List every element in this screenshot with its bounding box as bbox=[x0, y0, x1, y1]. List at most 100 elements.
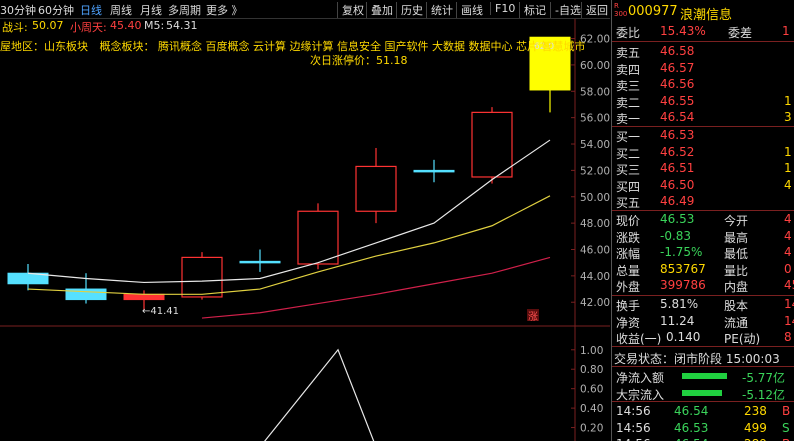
toolbar-button[interactable]: 返回 bbox=[581, 2, 612, 18]
tick-side: B bbox=[782, 437, 790, 441]
candle-body bbox=[239, 260, 281, 264]
ask-price: 46.57 bbox=[660, 60, 695, 75]
quote-value2: 4 bbox=[784, 245, 792, 260]
ask-volume: 1 bbox=[784, 93, 792, 108]
ask-row: 卖二 46.55 1 bbox=[612, 93, 794, 110]
candle-body bbox=[123, 293, 165, 301]
flow-row: 净流入额 -5.77亿 bbox=[612, 368, 794, 385]
toolbar-button[interactable]: F10 bbox=[490, 2, 519, 15]
quote-value2: 0 bbox=[784, 261, 792, 276]
indicator-line1: 50.07 bbox=[32, 19, 64, 32]
quote-row: 涨幅 -1.75% 最低 4 bbox=[612, 244, 794, 262]
quote-value2: 4 bbox=[784, 228, 792, 243]
ask-row: 卖四 46.57 bbox=[612, 60, 794, 77]
quote-row: 总量 853767 量比 0 bbox=[612, 261, 794, 278]
kline-chart[interactable]: ←41.4162.0 涨 1.000.800.600.400.20 62.006… bbox=[0, 0, 610, 441]
fund-label2: 流通 bbox=[724, 315, 749, 330]
toolbar-button[interactable]: 画线 bbox=[456, 2, 487, 18]
m5-label: M5: bbox=[144, 19, 165, 32]
weibi-value: 15.43% bbox=[660, 24, 706, 38]
quote-value2: 453 bbox=[784, 278, 794, 293]
ask-row: 卖五 46.58 bbox=[612, 43, 794, 60]
region-label: 屋地区：山东板块 bbox=[0, 40, 88, 53]
quote-label2: 最低 bbox=[724, 247, 749, 262]
weibi-label: 委比 bbox=[616, 26, 641, 40]
quote-panel: R 300 000977 浪潮信息 委比 15.43% 委差 1 卖五 46.58 卖… bbox=[611, 0, 794, 441]
toolbar-button[interactable]: 统计 bbox=[426, 2, 457, 18]
candle-body bbox=[297, 210, 339, 265]
ask-row: 卖一 46.54 3 bbox=[612, 109, 794, 127]
period-tab[interactable]: 周线 bbox=[110, 2, 132, 18]
bid-volume: 4 bbox=[784, 177, 792, 192]
y-tick-label: 58.00 bbox=[580, 86, 610, 98]
bid-volume: 1 bbox=[784, 161, 792, 176]
bid-row: 买二 46.52 1 bbox=[612, 144, 794, 161]
bid-price: 46.50 bbox=[660, 177, 695, 192]
fund-row: 净资 11.24 流通 14 bbox=[612, 313, 794, 330]
quote-label: 涨跌 bbox=[616, 230, 641, 245]
y-tick-label: 42.00 bbox=[580, 297, 610, 309]
tick-side: S bbox=[782, 420, 790, 435]
quote-value: 399786 bbox=[660, 278, 706, 293]
sector-info: 屋地区：山东板块 概念板块： 腾讯概念 百度概念 云计算 边缘计算 信息安全 国… bbox=[0, 38, 585, 54]
ask-price: 46.56 bbox=[660, 77, 695, 92]
period-tab[interactable]: 多周期 bbox=[168, 2, 201, 18]
toolbar-button[interactable]: 历史 bbox=[396, 2, 427, 18]
period-tab[interactable]: 日线 bbox=[80, 2, 102, 18]
tick-price: 46.54 bbox=[674, 437, 708, 441]
ma-red-line bbox=[201, 256, 551, 319]
period-tab[interactable]: 60分钟 bbox=[38, 2, 74, 18]
toolbar-button[interactable]: 叠加 bbox=[366, 2, 397, 18]
tick-time: 14:56 bbox=[616, 420, 651, 435]
bid-row: 买三 46.51 1 bbox=[612, 160, 794, 178]
sub-chart: 1.00 0.80 0.60 0.40 0.20 bbox=[264, 345, 603, 441]
bid-label: 买一 bbox=[616, 130, 641, 144]
y-tick-label: 52.00 bbox=[580, 165, 610, 177]
period-tab[interactable]: 月线 bbox=[140, 2, 162, 18]
sub-y-tick-label: 1.00 bbox=[580, 345, 603, 357]
quote-label2: 最高 bbox=[724, 230, 749, 245]
concept-label: 概念板块： bbox=[99, 40, 155, 53]
flow-value: -5.77亿 bbox=[742, 371, 786, 385]
fund-label: 换手 bbox=[616, 299, 641, 313]
quote-value: -0.83 bbox=[660, 228, 692, 243]
bid-price: 46.49 bbox=[660, 194, 695, 209]
toolbar-button[interactable]: -自选 bbox=[550, 2, 585, 18]
ask-label: 卖二 bbox=[616, 95, 641, 110]
period-tab[interactable]: 30分钟 bbox=[0, 2, 36, 18]
fund-value: 5.81% bbox=[660, 297, 699, 311]
ask-label: 卖一 bbox=[616, 112, 641, 127]
period-toolbar: 30分钟 60分钟 日线 周线 月线 多周期 更多 》 复权 叠加 历史 统计 画线 F10 标记 -自选返… bbox=[0, 0, 610, 19]
indicator-line2-label: 小周天: bbox=[70, 21, 107, 34]
y-axis: 62.0060.0058.0056.0054.0052.0050.0048.00… bbox=[580, 34, 610, 310]
y-tick-label: 60.00 bbox=[580, 60, 610, 72]
candle-body bbox=[471, 111, 513, 178]
sub-y-tick-label: 0.20 bbox=[580, 423, 603, 435]
candle-body bbox=[355, 165, 397, 212]
fund-value2: 8 bbox=[784, 330, 792, 345]
quote-label: 总量 bbox=[616, 263, 641, 278]
toolbar-button[interactable]: 复权 bbox=[337, 2, 368, 18]
fund-value2: 14 bbox=[784, 297, 794, 311]
divider bbox=[612, 401, 794, 402]
low-marker: ←41.41 bbox=[142, 306, 179, 317]
bid-label: 买三 bbox=[616, 163, 641, 178]
divider bbox=[612, 366, 794, 367]
r-label: R bbox=[614, 2, 619, 10]
ask-label: 卖三 bbox=[616, 79, 641, 94]
fund-value: 11.24 bbox=[660, 313, 695, 328]
stock-terminal: ←41.41 62.0 涨 1.00 0.80 0.60 0.40 0.20 62.00 6… bbox=[0, 0, 794, 441]
bid-price: 46.53 bbox=[660, 128, 695, 142]
period-tab[interactable]: 更多 》 bbox=[206, 2, 243, 18]
toolbar-button[interactable]: 标记 bbox=[519, 2, 550, 18]
candle-body bbox=[181, 256, 223, 298]
m5-value: 54.31 bbox=[166, 19, 198, 32]
tick-volume: 238 bbox=[744, 404, 767, 418]
r-badge: R 300 bbox=[614, 2, 627, 18]
quote-value2: 4 bbox=[784, 212, 792, 226]
y-tick-label: 50.00 bbox=[580, 192, 610, 204]
bid-row: 买五 46.49 bbox=[612, 193, 794, 210]
quote-label2: 量比 bbox=[724, 263, 749, 278]
limit-value: 51.18 bbox=[376, 54, 408, 67]
y-tick-label: 54.00 bbox=[580, 139, 610, 151]
